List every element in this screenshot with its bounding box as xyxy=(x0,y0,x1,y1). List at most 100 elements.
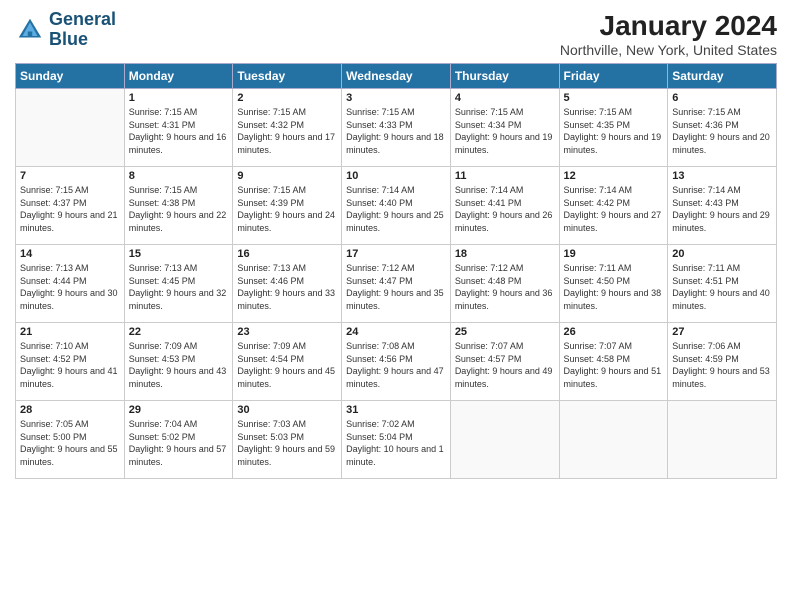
day-info: Sunrise: 7:04 AMSunset: 5:02 PMDaylight:… xyxy=(129,418,229,468)
calendar-header: SundayMondayTuesdayWednesdayThursdayFrid… xyxy=(16,64,777,89)
day-number: 31 xyxy=(346,404,446,416)
day-number: 27 xyxy=(672,326,772,338)
calendar-day-cell: 18Sunrise: 7:12 AMSunset: 4:48 PMDayligh… xyxy=(450,245,559,323)
calendar-day-cell: 17 Sunrise: 7:12 AMSunset: 4:47 PMDayligh… xyxy=(342,245,451,323)
calendar-day-cell: 27Sunrise: 7:06 AMSunset: 4:59 PMDayligh… xyxy=(668,323,777,401)
calendar-body: 1 Sunrise: 7:15 AMSunset: 4:31 PMDaylight… xyxy=(16,89,777,479)
day-number: 17 xyxy=(346,248,446,260)
day-of-week-header: Monday xyxy=(124,64,233,89)
calendar-day-cell: 28 Sunrise: 7:05 AMSunset: 5:00 PMDayligh… xyxy=(16,401,125,479)
day-number: 13 xyxy=(672,170,772,182)
calendar-day-cell: 30 Sunrise: 7:03 AMSunset: 5:03 PMDayligh… xyxy=(233,401,342,479)
calendar-week-row: 28 Sunrise: 7:05 AMSunset: 5:00 PMDayligh… xyxy=(16,401,777,479)
calendar-day-cell: 8 Sunrise: 7:15 AMSunset: 4:38 PMDaylight… xyxy=(124,167,233,245)
day-info: Sunrise: 7:11 AMSunset: 4:51 PMDaylight:… xyxy=(672,262,772,312)
day-number: 15 xyxy=(129,248,229,260)
day-number: 30 xyxy=(237,404,337,416)
calendar-day-cell: 3 Sunrise: 7:15 AMSunset: 4:33 PMDaylight… xyxy=(342,89,451,167)
page-container: General Blue January 2024 Northville, Ne… xyxy=(0,0,792,489)
calendar-table: SundayMondayTuesdayWednesdayThursdayFrid… xyxy=(15,63,777,479)
day-of-week-header: Thursday xyxy=(450,64,559,89)
header: General Blue January 2024 Northville, Ne… xyxy=(15,10,777,58)
day-number: 8 xyxy=(129,170,229,182)
day-info: Sunrise: 7:09 AMSunset: 4:54 PMDaylight:… xyxy=(237,340,337,390)
calendar-week-row: 14Sunrise: 7:13 AMSunset: 4:44 PMDayligh… xyxy=(16,245,777,323)
calendar-day-cell: 24 Sunrise: 7:08 AMSunset: 4:56 PMDayligh… xyxy=(342,323,451,401)
day-of-week-header: Tuesday xyxy=(233,64,342,89)
calendar-week-row: 21 Sunrise: 7:10 AMSunset: 4:52 PMDayligh… xyxy=(16,323,777,401)
day-of-week-header: Friday xyxy=(559,64,668,89)
day-info: Sunrise: 7:08 AMSunset: 4:56 PMDaylight:… xyxy=(346,340,446,390)
day-number: 12 xyxy=(564,170,664,182)
day-info: Sunrise: 7:15 AMSunset: 4:32 PMDaylight:… xyxy=(237,106,337,156)
calendar-day-cell: 19Sunrise: 7:11 AMSunset: 4:50 PMDayligh… xyxy=(559,245,668,323)
day-number: 2 xyxy=(237,92,337,104)
calendar-day-cell: 15 Sunrise: 7:13 AMSunset: 4:45 PMDayligh… xyxy=(124,245,233,323)
day-info: Sunrise: 7:15 AMSunset: 4:39 PMDaylight:… xyxy=(237,184,337,234)
day-number: 28 xyxy=(20,404,120,416)
calendar-day-cell: 2 Sunrise: 7:15 AMSunset: 4:32 PMDaylight… xyxy=(233,89,342,167)
day-number: 10 xyxy=(346,170,446,182)
calendar-day-cell: 12 Sunrise: 7:14 AMSunset: 4:42 PMDayligh… xyxy=(559,167,668,245)
day-number: 29 xyxy=(129,404,229,416)
calendar-day-cell xyxy=(559,401,668,479)
day-number: 9 xyxy=(237,170,337,182)
day-info: Sunrise: 7:14 AMSunset: 4:43 PMDaylight:… xyxy=(672,184,772,234)
calendar-day-cell: 11 Sunrise: 7:14 AMSunset: 4:41 PMDayligh… xyxy=(450,167,559,245)
day-info: Sunrise: 7:14 AMSunset: 4:42 PMDaylight:… xyxy=(564,184,664,234)
days-of-week-row: SundayMondayTuesdayWednesdayThursdayFrid… xyxy=(16,64,777,89)
day-number: 24 xyxy=(346,326,446,338)
logo-icon xyxy=(15,15,45,45)
day-info: Sunrise: 7:09 AMSunset: 4:53 PMDaylight:… xyxy=(129,340,229,390)
day-number: 19 xyxy=(564,248,664,260)
day-info: Sunrise: 7:15 AMSunset: 4:33 PMDaylight:… xyxy=(346,106,446,156)
calendar-day-cell xyxy=(16,89,125,167)
day-number: 5 xyxy=(564,92,664,104)
day-number: 16 xyxy=(237,248,337,260)
day-info: Sunrise: 7:15 AMSunset: 4:35 PMDaylight:… xyxy=(564,106,664,156)
calendar-day-cell: 21 Sunrise: 7:10 AMSunset: 4:52 PMDayligh… xyxy=(16,323,125,401)
day-info: Sunrise: 7:15 AMSunset: 4:37 PMDaylight:… xyxy=(20,184,120,234)
day-info: Sunrise: 7:15 AMSunset: 4:34 PMDaylight:… xyxy=(455,106,555,156)
calendar-day-cell: 16 Sunrise: 7:13 AMSunset: 4:46 PMDayligh… xyxy=(233,245,342,323)
calendar-day-cell: 7 Sunrise: 7:15 AMSunset: 4:37 PMDaylight… xyxy=(16,167,125,245)
calendar-day-cell: 31 Sunrise: 7:02 AMSunset: 5:04 PMDayligh… xyxy=(342,401,451,479)
day-info: Sunrise: 7:14 AMSunset: 4:41 PMDaylight:… xyxy=(455,184,555,234)
day-number: 11 xyxy=(455,170,555,182)
calendar-week-row: 1 Sunrise: 7:15 AMSunset: 4:31 PMDaylight… xyxy=(16,89,777,167)
day-info: Sunrise: 7:02 AMSunset: 5:04 PMDaylight:… xyxy=(346,418,446,468)
day-number: 6 xyxy=(672,92,772,104)
calendar-day-cell: 5 Sunrise: 7:15 AMSunset: 4:35 PMDaylight… xyxy=(559,89,668,167)
day-info: Sunrise: 7:13 AMSunset: 4:44 PMDaylight:… xyxy=(20,262,120,312)
day-info: Sunrise: 7:12 AMSunset: 4:48 PMDaylight:… xyxy=(455,262,555,312)
day-info: Sunrise: 7:03 AMSunset: 5:03 PMDaylight:… xyxy=(237,418,337,468)
day-of-week-header: Wednesday xyxy=(342,64,451,89)
calendar-day-cell: 29 Sunrise: 7:04 AMSunset: 5:02 PMDayligh… xyxy=(124,401,233,479)
day-info: Sunrise: 7:15 AMSunset: 4:38 PMDaylight:… xyxy=(129,184,229,234)
day-of-week-header: Saturday xyxy=(668,64,777,89)
day-number: 22 xyxy=(129,326,229,338)
logo-line2: Blue xyxy=(49,29,88,49)
calendar-day-cell: 26Sunrise: 7:07 AMSunset: 4:58 PMDayligh… xyxy=(559,323,668,401)
day-number: 3 xyxy=(346,92,446,104)
day-number: 21 xyxy=(20,326,120,338)
day-info: Sunrise: 7:07 AMSunset: 4:57 PMDaylight:… xyxy=(455,340,555,390)
day-number: 23 xyxy=(237,326,337,338)
day-number: 7 xyxy=(20,170,120,182)
calendar-day-cell: 13 Sunrise: 7:14 AMSunset: 4:43 PMDayligh… xyxy=(668,167,777,245)
day-info: Sunrise: 7:05 AMSunset: 5:00 PMDaylight:… xyxy=(20,418,120,468)
title-block: January 2024 Northville, New York, Unite… xyxy=(560,10,777,58)
calendar-day-cell: 22 Sunrise: 7:09 AMSunset: 4:53 PMDayligh… xyxy=(124,323,233,401)
day-info: Sunrise: 7:13 AMSunset: 4:45 PMDaylight:… xyxy=(129,262,229,312)
day-of-week-header: Sunday xyxy=(16,64,125,89)
month-title: January 2024 xyxy=(560,10,777,42)
day-info: Sunrise: 7:13 AMSunset: 4:46 PMDaylight:… xyxy=(237,262,337,312)
day-number: 26 xyxy=(564,326,664,338)
calendar-day-cell: 14Sunrise: 7:13 AMSunset: 4:44 PMDayligh… xyxy=(16,245,125,323)
day-info: Sunrise: 7:15 AMSunset: 4:36 PMDaylight:… xyxy=(672,106,772,156)
day-info: Sunrise: 7:12 AMSunset: 4:47 PMDaylight:… xyxy=(346,262,446,312)
day-info: Sunrise: 7:10 AMSunset: 4:52 PMDaylight:… xyxy=(20,340,120,390)
day-info: Sunrise: 7:15 AMSunset: 4:31 PMDaylight:… xyxy=(129,106,229,156)
day-number: 4 xyxy=(455,92,555,104)
day-number: 1 xyxy=(129,92,229,104)
